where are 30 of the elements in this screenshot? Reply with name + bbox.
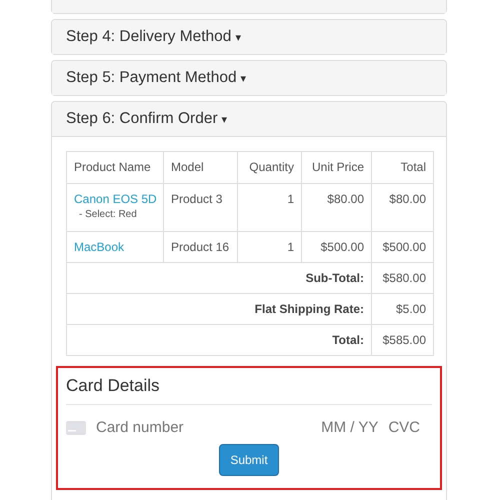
total-value: $5.00 xyxy=(372,294,434,324)
panel-heading[interactable]: Step 6: Confirm Order ▾ xyxy=(52,102,446,136)
table-cell: $500.00 xyxy=(302,232,372,262)
credit-card-icon xyxy=(66,420,86,434)
table-cell: $80.00 xyxy=(302,184,372,232)
table-cell: Product 16 xyxy=(164,232,238,262)
table-cell: 1 xyxy=(238,184,302,232)
table-cell: 1 xyxy=(238,232,302,262)
column-header: Total xyxy=(372,152,434,184)
total-value: $580.00 xyxy=(372,262,434,294)
table-cell: $80.00 xyxy=(372,184,434,232)
table-cell: $500.00 xyxy=(372,232,434,262)
column-header: Unit Price xyxy=(302,152,372,184)
total-label: Flat Shipping Rate: xyxy=(66,294,372,324)
total-label: Total: xyxy=(66,324,372,356)
total-value: $585.00 xyxy=(372,324,434,356)
product-link[interactable]: Canon EOS 5D xyxy=(74,192,157,206)
total-label: Sub-Total: xyxy=(66,262,372,294)
column-header: Product Name xyxy=(66,152,164,184)
expiry-field[interactable]: MM / YY xyxy=(321,419,378,436)
table-cell: Product 3 xyxy=(164,184,238,232)
panel-heading[interactable]: Step 4: Delivery Method ▾ xyxy=(52,20,446,54)
column-header: Model xyxy=(164,152,238,184)
column-header: Quantity xyxy=(238,152,302,184)
product-option: - Select: Red xyxy=(79,209,156,220)
cvc-field[interactable]: CVC xyxy=(388,419,420,436)
card-details-title: Card Details xyxy=(66,376,432,405)
panel-heading[interactable]: Step 5: Payment Method ▾ xyxy=(52,61,446,95)
card-number-field[interactable]: Card number xyxy=(96,419,184,436)
submit-button[interactable]: Submit xyxy=(219,444,279,476)
